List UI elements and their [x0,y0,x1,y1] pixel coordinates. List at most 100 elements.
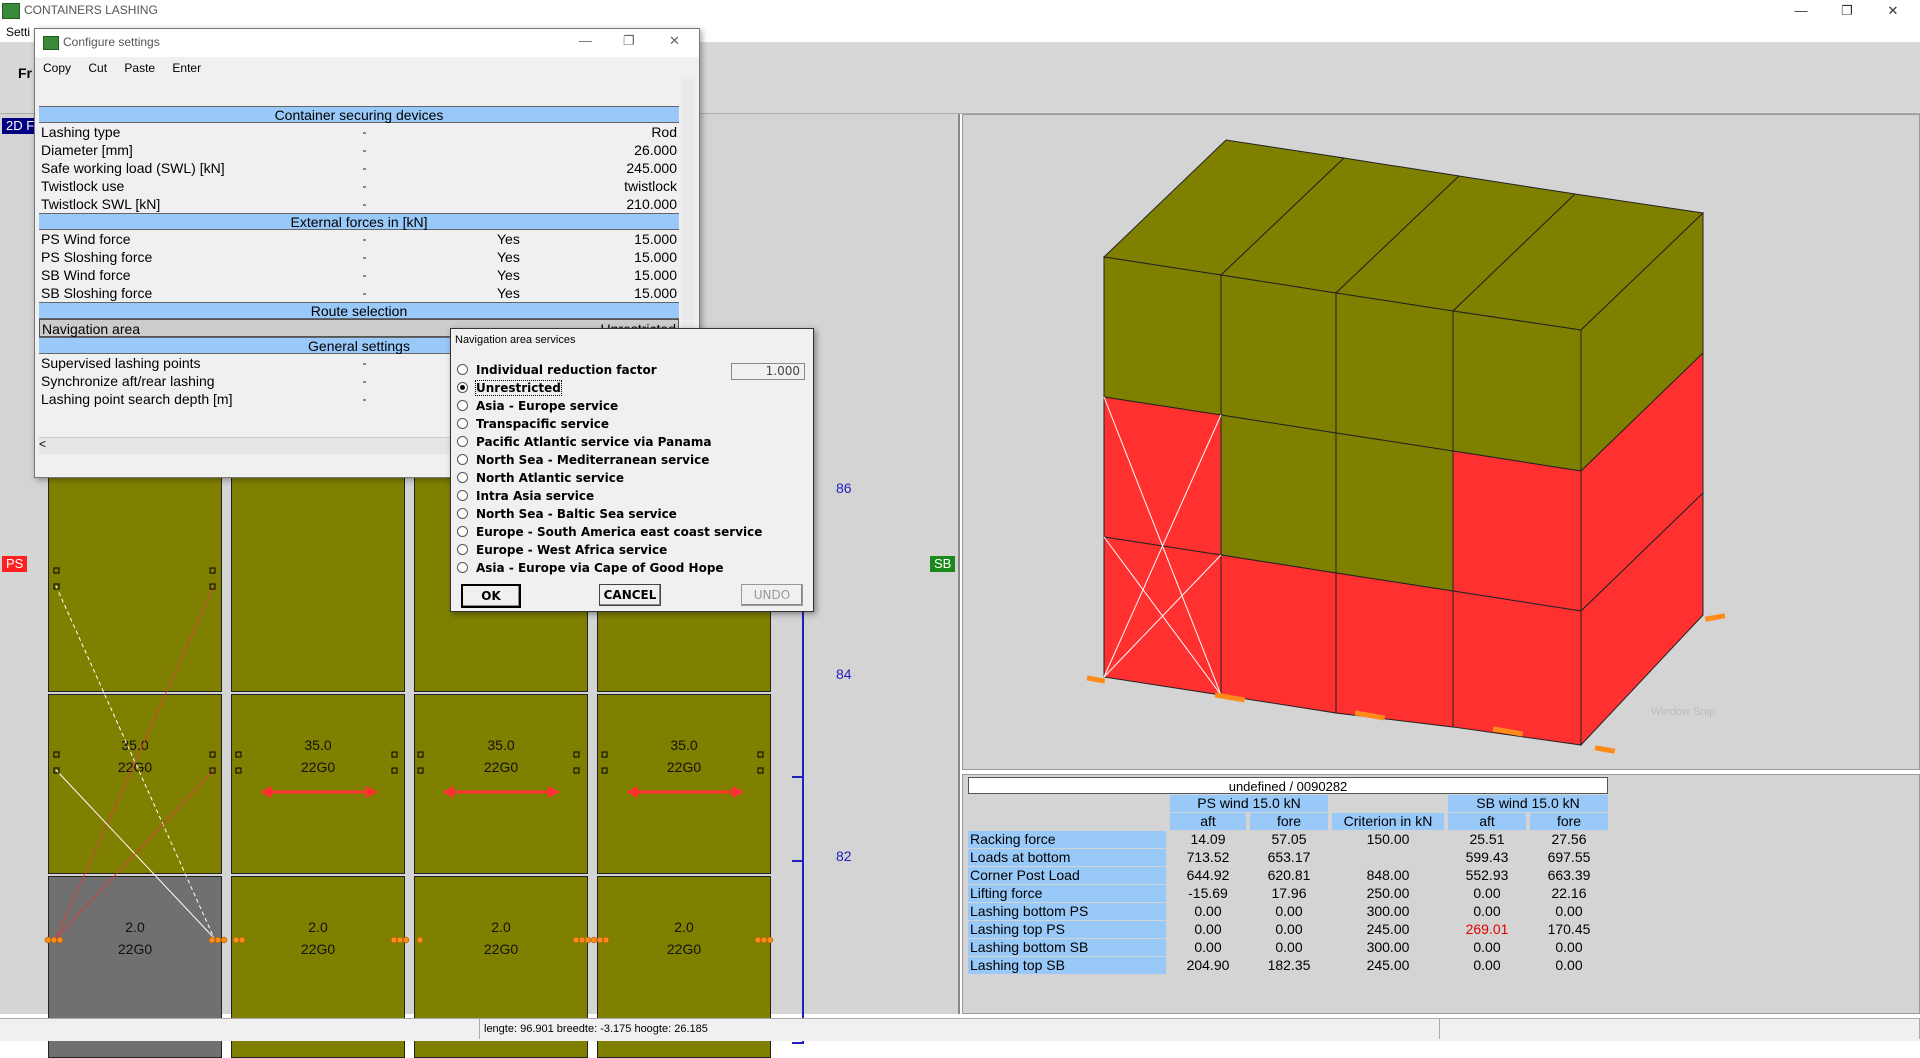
row-value[interactable]: 15.000 [634,230,677,248]
container-type: 22G0 [117,941,153,957]
table-cell: 620.81 [1267,867,1311,883]
col-header-ps-aft: aft [1170,813,1246,830]
group-header-sb: SB wind 15.0 kN [1448,795,1608,812]
option-label: North Sea - Mediterranean service [476,453,710,467]
row-flag[interactable]: Yes [497,284,520,302]
table-cell: 0.00 [1194,921,1222,937]
row-sb-slosh[interactable]: SB Sloshing force Yes 15.000 [39,284,679,302]
menu-settings[interactable]: Setti [6,25,30,39]
radio-icon[interactable] [457,436,468,447]
option-north-sea-baltic[interactable]: North Sea - Baltic Sea service [457,505,677,523]
radio-icon[interactable] [457,454,468,465]
view-3d-panel[interactable]: Window Snip [962,114,1920,770]
radio-icon[interactable] [457,490,468,501]
row-lashing-type[interactable]: Lashing type Rod [39,123,679,141]
table-row-label: Loads at bottom [968,849,1166,866]
menu-enter[interactable]: Enter [172,61,201,75]
radio-icon[interactable] [457,400,468,411]
cell-divider [363,239,366,241]
navigation-area-dialog[interactable]: Navigation area services Individual redu… [450,328,814,612]
option-transpacific[interactable]: Transpacific service [457,415,609,433]
option-unrestricted[interactable]: Unrestricted [457,379,562,397]
table-row-label: Corner Post Load [968,867,1166,884]
container-84-1[interactable]: 35.0 22G0 [48,694,222,874]
radio-icon[interactable] [457,508,468,519]
cell-divider [363,257,366,259]
dialog-maximize-button[interactable]: ❐ [623,33,635,49]
row-flag[interactable]: Yes [497,266,520,284]
container-type: 22G0 [300,759,336,775]
row-value[interactable]: Rod [651,123,677,141]
dialog-close-button[interactable]: ✕ [669,33,680,49]
table-cell: 0.00 [1473,939,1501,955]
radio-icon[interactable] [457,364,468,375]
option-asia-europe[interactable]: Asia - Europe service [457,397,618,415]
row-value[interactable]: 15.000 [634,284,677,302]
option-label: Unrestricted [475,380,562,396]
row-value[interactable]: 245.000 [626,159,677,177]
row-name: SB Wind force [41,267,131,283]
option-north-atlantic[interactable]: North Atlantic service [457,469,624,487]
radio-icon[interactable] [457,526,468,537]
row-ps-slosh[interactable]: PS Sloshing force Yes 15.000 [39,248,679,266]
option-asia-europe-cape[interactable]: Asia - Europe via Cape of Good Hope [457,559,724,577]
option-pacific-atlantic[interactable]: Pacific Atlantic service via Panama [457,433,712,451]
row-value[interactable]: 26.000 [634,141,677,159]
option-europe-west-africa[interactable]: Europe - West Africa service [457,541,667,559]
row-flag[interactable]: Yes [497,248,520,266]
ok-button[interactable]: OK [461,584,521,608]
container-weight: 2.0 [674,919,694,935]
table-cell: 0.00 [1555,939,1583,955]
row-flag[interactable]: Yes [497,230,520,248]
table-cell: 170.45 [1547,921,1591,937]
group-header-ps: PS wind 15.0 kN [1170,795,1328,812]
option-north-sea-med[interactable]: North Sea - Mediterranean service [457,451,709,469]
row-value[interactable]: 15.000 [634,266,677,284]
container-86-1[interactable] [48,470,222,692]
radio-icon[interactable] [457,418,468,429]
container-86-2[interactable] [231,470,405,692]
row-twistlock-swl[interactable]: Twistlock SWL [kN] 210.000 [39,195,679,213]
table-row-label: Lashing bottom SB [968,939,1166,956]
table-cell: 0.00 [1194,903,1222,919]
menu-cut[interactable]: Cut [88,61,107,75]
menu-paste[interactable]: Paste [124,61,155,75]
toolbar-button[interactable]: Fr [18,65,32,81]
container-84-2[interactable]: 35.0 22G0 [231,694,405,874]
row-name: Navigation area [42,321,141,337]
row-ps-wind[interactable]: PS Wind force Yes 15.000 [39,230,679,248]
menu-copy[interactable]: Copy [43,61,71,75]
table-cell: 0.00 [1473,957,1501,973]
radio-icon[interactable] [457,472,468,483]
container-front-face [1452,310,1582,472]
container-type: 22G0 [666,759,702,775]
row-value[interactable]: 15.000 [634,248,677,266]
container-84-4[interactable]: 35.0 22G0 [597,694,771,874]
row-value[interactable]: twistlock [624,177,677,195]
undo-button[interactable]: UNDO [741,584,803,606]
row-swl[interactable]: Safe working load (SWL) [kN] 245.000 [39,159,679,177]
close-button[interactable]: ✕ [1870,0,1916,22]
radio-selected-icon[interactable] [457,382,468,393]
scroll-left-icon[interactable]: < [39,437,46,451]
option-label: North Atlantic service [476,471,624,485]
container-84-3[interactable]: 35.0 22G0 [414,694,588,874]
row-diameter[interactable]: Diameter [mm] 26.000 [39,141,679,159]
table-cell [1332,849,1444,866]
cancel-button[interactable]: CANCEL [599,584,661,606]
radio-icon[interactable] [457,562,468,573]
cell-divider [363,150,366,152]
radio-icon[interactable] [457,544,468,555]
container-weight: 35.0 [487,737,515,753]
row-value[interactable]: 210.000 [626,195,677,213]
dialog-minimize-button[interactable]: — [579,33,592,48]
table-cell: 663.39 [1547,867,1591,883]
row-twistlock-use[interactable]: Twistlock use twistlock [39,177,679,195]
row-sb-wind[interactable]: SB Wind force Yes 15.000 [39,266,679,284]
option-intra-asia[interactable]: Intra Asia service [457,487,594,505]
option-individual-reduction[interactable]: Individual reduction factor [457,361,657,379]
reduction-factor-input[interactable]: 1.000 [731,363,805,380]
option-europe-south-america[interactable]: Europe - South America east coast servic… [457,523,762,541]
minimize-button[interactable]: — [1778,0,1824,22]
maximize-button[interactable]: ❐ [1824,0,1870,22]
